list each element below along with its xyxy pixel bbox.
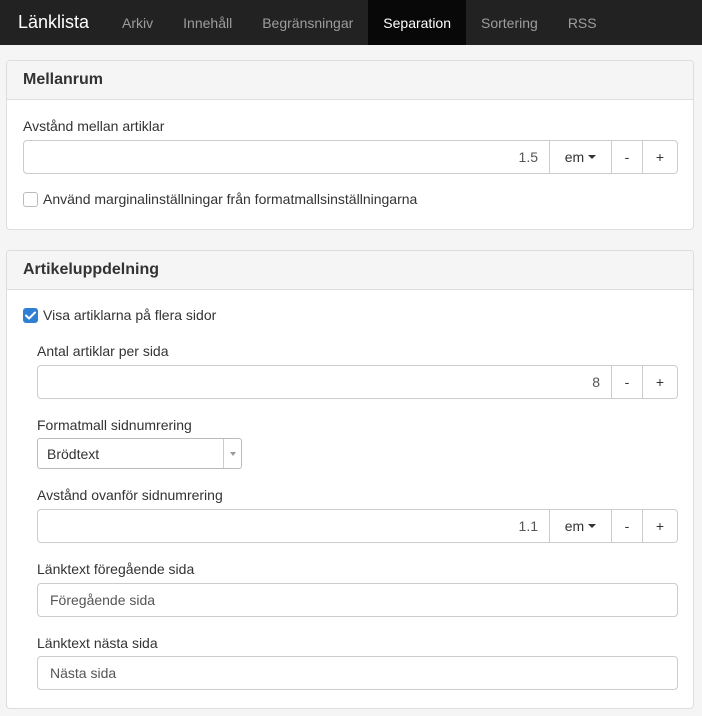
- articles-per-page-decrement-button[interactable]: -: [612, 365, 643, 399]
- next-link-text-input[interactable]: Nästa sida: [37, 656, 678, 690]
- top-navbar: Länklista Arkiv Innehåll Begränsningar S…: [0, 0, 702, 45]
- chevron-down-icon: [223, 439, 241, 468]
- article-spacing-unit-dropdown[interactable]: em: [550, 140, 612, 174]
- use-margins-checkbox[interactable]: [23, 191, 38, 207]
- article-spacing-increment-button[interactable]: +: [643, 140, 678, 174]
- multi-page-row[interactable]: Visa artiklarna på flera sidor: [23, 307, 216, 323]
- article-spacing-unit-label: em: [564, 149, 585, 165]
- articles-per-page-increment-button[interactable]: +: [643, 365, 678, 399]
- multi-page-label: Visa artiklarna på flera sidor: [43, 307, 217, 323]
- prev-link-text-input[interactable]: Föregående sida: [37, 583, 678, 617]
- multi-page-checkbox[interactable]: [23, 307, 38, 323]
- articles-per-page-group: 8 - +: [37, 365, 678, 399]
- pagination-panel: Artikeluppdelning Visa artiklarna på fle…: [6, 250, 694, 709]
- pagination-panel-title: Artikeluppdelning: [7, 251, 693, 290]
- tab-sortering[interactable]: Sortering: [466, 0, 553, 45]
- app-title: Länklista: [18, 12, 90, 32]
- spacing-panel-title: Mellanrum: [7, 61, 693, 100]
- pagination-spacing-input[interactable]: 1.1: [37, 509, 550, 543]
- checkmark-icon: [25, 311, 36, 319]
- article-spacing-label: Avstånd mellan artiklar: [23, 118, 165, 134]
- article-spacing-input[interactable]: 1.5: [23, 140, 550, 174]
- use-margins-label: Använd marginalinställningar från format…: [43, 191, 418, 207]
- chevron-down-icon: [588, 155, 597, 159]
- pagination-spacing-unit-label: em: [564, 518, 585, 534]
- articles-per-page-label: Antal artiklar per sida: [37, 343, 169, 359]
- chevron-down-icon: [588, 524, 597, 528]
- tab-arkiv[interactable]: Arkiv: [107, 0, 168, 45]
- next-link-text-label: Länktext nästa sida: [37, 635, 158, 651]
- pagination-style-label: Formatmall sidnumrering: [37, 417, 192, 433]
- main-content: Mellanrum Avstånd mellan artiklar 1.5 em…: [0, 45, 702, 716]
- pagination-spacing-unit-dropdown[interactable]: em: [550, 509, 612, 543]
- article-spacing-decrement-button[interactable]: -: [612, 140, 643, 174]
- pagination-spacing-decrement-button[interactable]: -: [612, 509, 643, 543]
- pagination-spacing-increment-button[interactable]: +: [643, 509, 678, 543]
- pagination-spacing-label: Avstånd ovanför sidnumrering: [37, 487, 223, 503]
- tab-begransningar[interactable]: Begränsningar: [247, 0, 368, 45]
- tab-innehall[interactable]: Innehåll: [168, 0, 247, 45]
- pagination-style-value: Brödtext: [47, 445, 100, 462]
- tab-separation[interactable]: Separation: [368, 0, 466, 45]
- prev-link-text-label: Länktext föregående sida: [37, 561, 195, 577]
- article-spacing-group: 1.5 em - +: [23, 140, 678, 174]
- tab-rss[interactable]: RSS: [553, 0, 612, 45]
- pagination-style-select[interactable]: Brödtext: [37, 438, 242, 469]
- use-margins-row[interactable]: Använd marginalinställningar från format…: [23, 191, 417, 207]
- pagination-spacing-group: 1.1 em - +: [37, 509, 678, 543]
- articles-per-page-input[interactable]: 8: [37, 365, 612, 399]
- spacing-panel: Mellanrum Avstånd mellan artiklar 1.5 em…: [6, 60, 694, 230]
